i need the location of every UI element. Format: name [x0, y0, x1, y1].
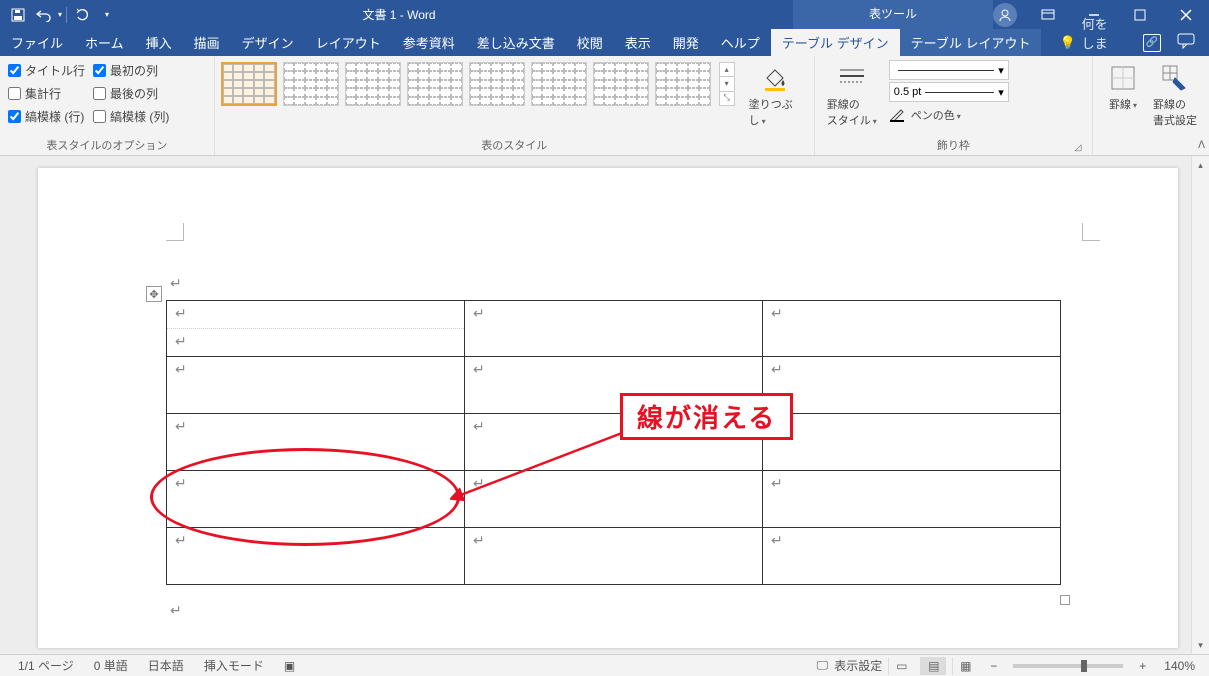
shading-button[interactable]: 塗りつぶし — [743, 58, 808, 128]
tab-draw[interactable]: 描画 — [183, 29, 231, 56]
annotation-callout: 線が消える — [620, 393, 793, 440]
table-style-thumb[interactable] — [407, 62, 463, 106]
border-painter-button[interactable]: 罫線の 書式設定 — [1147, 58, 1203, 128]
scroll-up-icon[interactable]: ▴ — [1192, 156, 1209, 174]
tab-help[interactable]: ヘルプ — [710, 29, 771, 56]
table-style-thumb[interactable] — [655, 62, 711, 106]
zoom-level[interactable]: 140% — [1158, 659, 1201, 673]
comments-icon[interactable] — [1177, 33, 1195, 52]
borders-button[interactable]: 罫線 — [1099, 58, 1147, 112]
zoom-out-button[interactable]: − — [984, 659, 1003, 673]
table-style-thumb[interactable] — [593, 62, 649, 106]
paragraph-mark: ↵ — [170, 276, 182, 293]
group-label-borders: 飾り枠◿ — [821, 136, 1086, 155]
lightbulb-icon: 💡 — [1059, 35, 1075, 51]
table-style-thumb[interactable] — [531, 62, 587, 106]
collapse-ribbon-icon[interactable]: ᐱ — [1198, 140, 1205, 151]
redo-icon[interactable] — [71, 3, 95, 27]
status-language[interactable]: 日本語 — [138, 657, 194, 674]
status-insert-mode[interactable]: 挿入モード — [194, 657, 274, 674]
display-settings-icon[interactable]: 🖵 — [817, 658, 829, 673]
status-page[interactable]: 1/1 ページ — [8, 657, 84, 674]
dialog-launcher-icon[interactable]: ◿ — [1072, 142, 1084, 154]
table-style-thumb[interactable] — [221, 62, 277, 106]
chk-header-row[interactable]: タイトル行 — [8, 60, 85, 80]
tab-view[interactable]: 表示 — [614, 29, 662, 56]
document-title: 文書 1 - Word — [115, 6, 683, 23]
tab-home[interactable]: ホーム — [74, 29, 135, 56]
margin-guide — [1082, 223, 1100, 241]
status-words[interactable]: 0 単語 — [84, 657, 138, 674]
view-read-icon[interactable]: ▭ — [888, 657, 914, 675]
save-icon[interactable] — [6, 3, 30, 27]
table-style-thumb[interactable] — [345, 62, 401, 106]
scroll-down-icon[interactable]: ▾ — [1192, 636, 1209, 654]
share-icon[interactable]: 🔗 — [1143, 34, 1161, 52]
chk-banded-cols[interactable]: 縞模様 (列) — [93, 106, 169, 126]
close-button[interactable] — [1163, 0, 1209, 29]
tab-mailings[interactable]: 差し込み文書 — [466, 29, 566, 56]
group-table-styles: ▴▾⤡ 塗りつぶし 表のスタイル — [215, 56, 815, 155]
tab-review[interactable]: 校閲 — [566, 29, 614, 56]
tab-table-design[interactable]: テーブル デザイン — [771, 29, 900, 56]
group-borders: 罫線の スタイル ▾ 0.5 pt▾ ペンの色 飾り枠◿ — [815, 56, 1093, 155]
account-icon[interactable] — [993, 3, 1017, 27]
ribbon-display-icon[interactable] — [1025, 0, 1071, 29]
pen-icon — [889, 108, 907, 122]
zoom-slider[interactable] — [1013, 664, 1123, 668]
tab-table-layout[interactable]: テーブル レイアウト — [900, 29, 1042, 56]
table-move-handle[interactable]: ✥ — [146, 286, 162, 302]
chk-last-col[interactable]: 最後の列 — [93, 83, 169, 103]
group-label-table-styles: 表のスタイル — [221, 136, 808, 155]
bucket-icon — [759, 62, 791, 94]
gallery-scroll[interactable]: ▴▾⤡ — [719, 62, 735, 106]
borders-icon — [1107, 62, 1139, 94]
tab-file[interactable]: ファイル — [0, 29, 74, 56]
table-style-thumb[interactable] — [469, 62, 525, 106]
status-display[interactable]: 表示設定 — [834, 657, 882, 674]
table-style-thumb[interactable] — [283, 62, 339, 106]
document-table[interactable]: ↵↵↵ ↵ ↵↵↵ ↵↵↵ ↵↵↵ ↵↵↵ — [166, 300, 1061, 585]
tab-developer[interactable]: 開発 — [662, 29, 710, 56]
status-bar: 1/1 ページ 0 単語 日本語 挿入モード ▣ 🖵 表示設定 ▭ ▤ ▦ − … — [0, 654, 1209, 676]
chk-first-col[interactable]: 最初の列 — [93, 60, 169, 80]
group-border-apply: 罫線 罫線の 書式設定 — [1093, 56, 1209, 155]
border-style-icon — [836, 62, 868, 94]
contextual-tab-label: 表ツール — [793, 0, 993, 29]
vertical-scrollbar[interactable]: ▴ ▾ — [1191, 156, 1209, 654]
page[interactable]: ↵ ✥ ↵↵↵ ↵ ↵↵↵ ↵↵↵ ↵↵↵ ↵↵↵ ↵ — [38, 168, 1178, 648]
ribbon: タイトル行 集計行 縞模様 (行) 最初の列 最後の列 縞模様 (列) 表スタイ… — [0, 56, 1209, 156]
margin-guide — [166, 223, 184, 241]
maximize-button[interactable] — [1117, 0, 1163, 29]
table-resize-handle[interactable] — [1060, 595, 1070, 605]
document-area: ↵ ✥ ↵↵↵ ↵ ↵↵↵ ↵↵↵ ↵↵↵ ↵↵↵ ↵ 線が消える ▴ ▾ — [0, 156, 1209, 654]
pen-style-select[interactable]: ▾ — [889, 60, 1009, 80]
group-style-options: タイトル行 集計行 縞模様 (行) 最初の列 最後の列 縞模様 (列) 表スタイ… — [0, 56, 215, 155]
group-label-style-options: 表スタイルのオプション — [6, 136, 208, 155]
pen-color-button[interactable]: ペンの色 — [889, 104, 1009, 126]
view-print-icon[interactable]: ▤ — [920, 657, 946, 675]
border-styles-button[interactable]: 罫線の スタイル — [821, 58, 883, 128]
tab-layout[interactable]: レイアウト — [305, 29, 392, 56]
quick-access-toolbar: ▾ ▾ — [0, 3, 115, 27]
tab-references[interactable]: 参考資料 — [392, 29, 466, 56]
undo-icon[interactable] — [32, 3, 56, 27]
tell-me-search[interactable]: 💡 何をしますか — [1049, 29, 1129, 56]
view-web-icon[interactable]: ▦ — [952, 657, 978, 675]
zoom-in-button[interactable]: + — [1133, 659, 1152, 673]
pen-weight-select[interactable]: 0.5 pt▾ — [889, 82, 1009, 102]
border-painter-icon — [1159, 62, 1191, 94]
paragraph-mark: ↵ — [170, 603, 182, 620]
table-style-gallery[interactable]: ▴▾⤡ — [221, 58, 735, 106]
title-bar: ▾ ▾ 文書 1 - Word 表ツール — [0, 0, 1209, 29]
ribbon-tabs: ファイル ホーム 挿入 描画 デザイン レイアウト 参考資料 差し込み文書 校閲… — [0, 29, 1209, 56]
tab-design[interactable]: デザイン — [231, 29, 305, 56]
chk-banded-rows[interactable]: 縞模様 (行) — [8, 106, 85, 126]
tab-insert[interactable]: 挿入 — [135, 29, 183, 56]
chk-total-row[interactable]: 集計行 — [8, 83, 85, 103]
macro-record-icon[interactable]: ▣ — [274, 659, 305, 673]
